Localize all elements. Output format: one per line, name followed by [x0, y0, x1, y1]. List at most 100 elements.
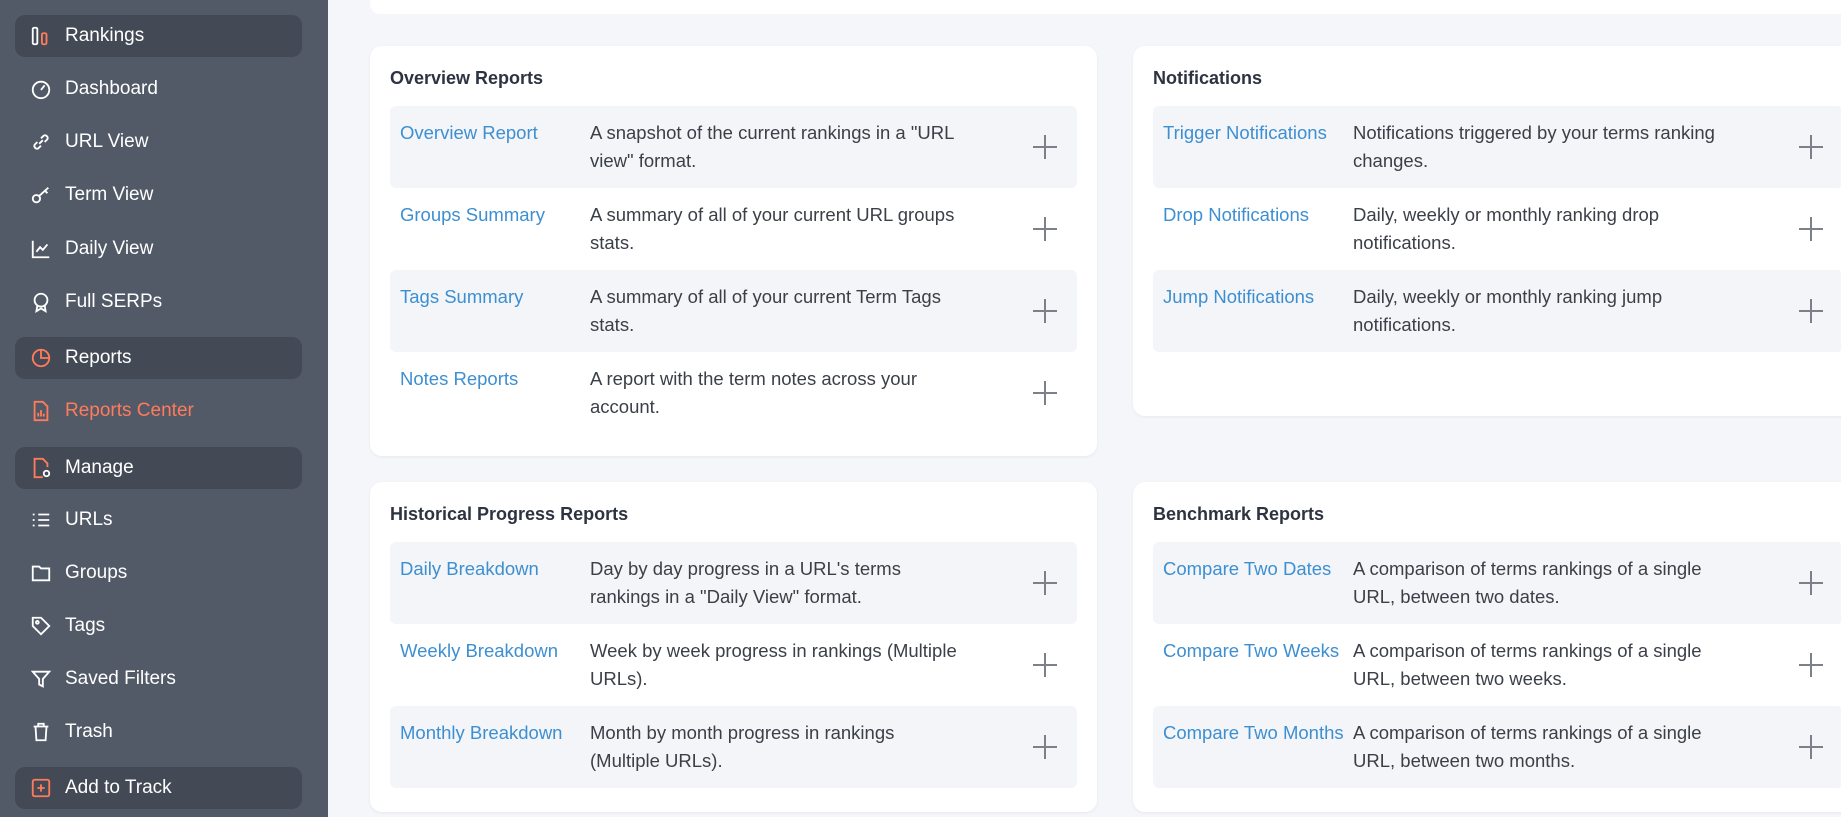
report-link[interactable]: Groups Summary [390, 188, 590, 226]
report-description: A comparison of terms rankings of a sing… [1353, 722, 1702, 771]
sidebar-item-daily-view[interactable]: Daily View [15, 228, 302, 270]
sidebar-item-term-view[interactable]: Term View [15, 174, 302, 216]
sidebar-item-rankings[interactable]: Rankings [15, 15, 302, 57]
sidebar: Rankings Dashboard URL View Term View Da… [0, 0, 328, 817]
sidebar-item-trash[interactable]: Trash [15, 711, 302, 753]
report-description: Month by month progress in rankings (Mul… [590, 722, 895, 771]
notifications-card: Notifications Trigger Notifications Noti… [1133, 46, 1841, 416]
report-link[interactable]: Compare Two Dates [1153, 542, 1353, 580]
report-document-icon [29, 399, 53, 423]
report-row-trigger-notifications: Trigger Notifications Notifications trig… [1153, 106, 1841, 188]
sidebar-item-label: Rankings [65, 25, 145, 46]
report-description: A report with the term notes across your… [590, 368, 917, 417]
benchmark-reports-card: Benchmark Reports Compare Two Dates A co… [1133, 482, 1841, 812]
link-icon [29, 130, 53, 154]
sidebar-item-label: Reports Center [65, 400, 194, 421]
pie-chart-icon [29, 346, 53, 370]
sidebar-item-label: Trash [65, 721, 113, 742]
report-link[interactable]: Compare Two Weeks [1153, 624, 1353, 662]
report-description: A comparison of terms rankings of a sing… [1353, 558, 1702, 607]
sidebar-item-urls[interactable]: URLs [15, 499, 302, 541]
sidebar-item-label: Manage [65, 457, 134, 478]
add-report-icon[interactable] [1797, 569, 1825, 597]
add-report-icon[interactable] [1797, 651, 1825, 679]
report-link[interactable]: Weekly Breakdown [390, 624, 590, 662]
card-title: Historical Progress Reports [390, 504, 629, 524]
tag-icon [29, 614, 53, 638]
sidebar-item-saved-filters[interactable]: Saved Filters [15, 658, 302, 700]
report-link[interactable]: Trigger Notifications [1153, 106, 1353, 144]
chart-line-icon [29, 237, 53, 261]
sidebar-item-full-serps[interactable]: Full SERPs [15, 281, 302, 323]
report-description: Notifications triggered by your terms ra… [1353, 122, 1715, 171]
sidebar-item-label: Saved Filters [65, 668, 176, 689]
sidebar-item-label: Daily View [65, 238, 154, 259]
add-report-icon[interactable] [1797, 297, 1825, 325]
sidebar-item-add-to-track[interactable]: Add to Track [15, 767, 302, 809]
report-link[interactable]: Notes Reports [390, 352, 590, 390]
report-link[interactable]: Overview Report [390, 106, 590, 144]
add-report-icon[interactable] [1031, 215, 1059, 243]
historical-progress-reports-card: Historical Progress Reports Daily Breakd… [370, 482, 1097, 812]
report-description: Week by week progress in rankings (Multi… [590, 640, 957, 689]
card-title: Benchmark Reports [1153, 504, 1325, 524]
add-report-icon[interactable] [1031, 651, 1059, 679]
add-report-icon[interactable] [1031, 569, 1059, 597]
sidebar-item-label: Tags [65, 615, 106, 636]
rankings-icon [29, 24, 53, 48]
trash-icon [29, 720, 53, 744]
sidebar-item-tags[interactable]: Tags [15, 605, 302, 647]
overview-reports-card: Overview Reports Overview Report A snaps… [370, 46, 1097, 456]
report-row-tags-summary: Tags Summary A summary of all of your cu… [390, 270, 1077, 352]
sidebar-item-reports-center[interactable]: Reports Center [15, 390, 302, 432]
sidebar-item-url-view[interactable]: URL View [15, 121, 302, 163]
top-card [370, 0, 1841, 14]
add-report-icon[interactable] [1797, 733, 1825, 761]
add-report-icon[interactable] [1797, 133, 1825, 161]
report-link[interactable]: Monthly Breakdown [390, 706, 590, 744]
report-row-compare-two-dates: Compare Two Dates A comparison of terms … [1153, 542, 1841, 624]
sidebar-item-label: Add to Track [65, 777, 172, 798]
report-description: Daily, weekly or monthly ranking jump no… [1353, 286, 1663, 335]
sidebar-item-label: Full SERPs [65, 291, 163, 312]
sidebar-item-dashboard[interactable]: Dashboard [15, 68, 302, 110]
report-row-weekly-breakdown: Weekly Breakdown Week by week progress i… [390, 624, 1077, 706]
sidebar-item-label: URLs [65, 509, 113, 530]
sidebar-item-groups[interactable]: Groups [15, 552, 302, 594]
report-row-monthly-breakdown: Monthly Breakdown Month by month progres… [390, 706, 1077, 788]
sidebar-item-label: Groups [65, 562, 128, 583]
report-row-notes-reports: Notes Reports A report with the term not… [390, 352, 1077, 434]
card-title: Overview Reports [390, 68, 544, 88]
sidebar-item-label: Dashboard [65, 78, 158, 99]
report-row-groups-summary: Groups Summary A summary of all of your … [390, 188, 1077, 270]
manage-document-icon [29, 456, 53, 480]
sidebar-item-label: Term View [65, 184, 154, 205]
report-row-drop-notifications: Drop Notifications Daily, weekly or mont… [1153, 188, 1841, 270]
report-row-compare-two-months: Compare Two Months A comparison of terms… [1153, 706, 1841, 788]
sidebar-item-reports[interactable]: Reports [15, 337, 302, 379]
report-link[interactable]: Compare Two Months [1153, 706, 1353, 744]
add-report-icon[interactable] [1797, 215, 1825, 243]
report-row-compare-two-weeks: Compare Two Weeks A comparison of terms … [1153, 624, 1841, 706]
report-link[interactable]: Tags Summary [390, 270, 590, 308]
sidebar-item-manage[interactable]: Manage [15, 447, 302, 489]
add-report-icon[interactable] [1031, 297, 1059, 325]
report-link[interactable]: Drop Notifications [1153, 188, 1353, 226]
sidebar-item-label: Reports [65, 347, 132, 368]
key-icon [29, 183, 53, 207]
report-link[interactable]: Jump Notifications [1153, 270, 1353, 308]
report-description: A snapshot of the current rankings in a … [590, 122, 954, 171]
list-icon [29, 508, 53, 532]
report-description: A summary of all of your current URL gro… [590, 204, 955, 253]
report-row-daily-breakdown: Daily Breakdown Day by day progress in a… [390, 542, 1077, 624]
report-description: A comparison of terms rankings of a sing… [1353, 640, 1702, 689]
report-link[interactable]: Daily Breakdown [390, 542, 590, 580]
folder-icon [29, 561, 53, 585]
add-report-icon[interactable] [1031, 733, 1059, 761]
report-description: Day by day progress in a URL's terms ran… [590, 558, 901, 607]
filter-icon [29, 667, 53, 691]
report-row-overview-report: Overview Report A snapshot of the curren… [390, 106, 1077, 188]
report-description: Daily, weekly or monthly ranking drop no… [1353, 204, 1660, 253]
add-report-icon[interactable] [1031, 133, 1059, 161]
add-report-icon[interactable] [1031, 379, 1059, 407]
